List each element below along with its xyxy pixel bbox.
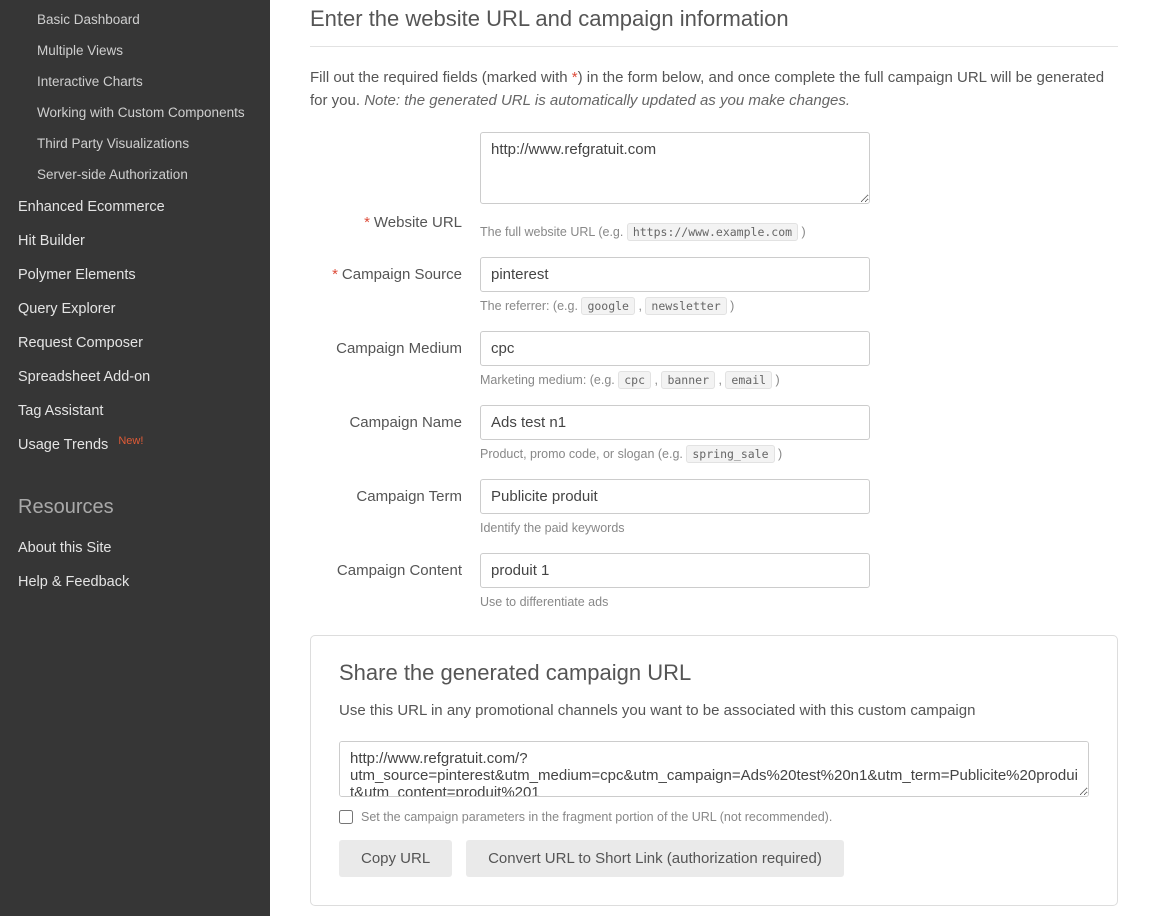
sidebar-item-label: Usage Trends [18, 437, 108, 453]
help-campaign-content: Use to differentiate ads [480, 595, 870, 609]
label-campaign-name: Campaign Name [310, 405, 480, 431]
row-campaign-source: *Campaign Source The referrer: (e.g. goo… [310, 257, 1118, 313]
help-code: google [581, 297, 635, 315]
help-pre: The referrer: (e.g. [480, 299, 581, 313]
help-code: newsletter [645, 297, 726, 315]
fragment-checkbox[interactable] [339, 810, 353, 824]
help-code: https://www.example.com [627, 223, 798, 241]
intro-note: Note: the generated URL is automatically… [364, 92, 850, 109]
campaign-medium-input[interactable] [480, 331, 870, 366]
required-marker: * [332, 266, 338, 283]
row-campaign-content: Campaign Content Use to differentiate ad… [310, 553, 1118, 609]
label-website-url: *Website URL [310, 132, 480, 231]
sidebar-item-usage-trends[interactable]: Usage Trends New! [0, 428, 270, 462]
row-campaign-name: Campaign Name Product, promo code, or sl… [310, 405, 1118, 461]
help-campaign-source: The referrer: (e.g. google , newsletter … [480, 299, 870, 313]
sidebar-sub-item[interactable]: Working with Custom Components [0, 97, 270, 128]
label-text: Campaign Term [356, 488, 462, 505]
page-title: Enter the website URL and campaign infor… [310, 6, 1118, 47]
sidebar-sub-item[interactable]: Interactive Charts [0, 66, 270, 97]
label-text: Campaign Medium [336, 340, 462, 357]
campaign-content-input[interactable] [480, 553, 870, 588]
help-post: ) [775, 447, 783, 461]
help-code: email [725, 371, 772, 389]
new-badge: New! [118, 435, 143, 447]
campaign-term-input[interactable] [480, 479, 870, 514]
share-description: Use this URL in any promotional channels… [339, 702, 1089, 719]
label-text: Website URL [374, 214, 462, 231]
sidebar-section-resources: Resources [0, 462, 270, 531]
generated-url-output[interactable] [339, 741, 1089, 797]
sidebar-item-about[interactable]: About this Site [0, 531, 270, 565]
row-campaign-medium: Campaign Medium Marketing medium: (e.g. … [310, 331, 1118, 387]
required-marker: * [364, 214, 370, 231]
sidebar-item-query-explorer[interactable]: Query Explorer [0, 292, 270, 326]
sidebar-item-enhanced-ecommerce[interactable]: Enhanced Ecommerce [0, 190, 270, 224]
label-text: Campaign Source [342, 266, 462, 283]
sidebar-item-polymer-elements[interactable]: Polymer Elements [0, 258, 270, 292]
sidebar-sub-item[interactable]: Basic Dashboard [0, 4, 270, 35]
sidebar-item-hit-builder[interactable]: Hit Builder [0, 224, 270, 258]
help-website-url: The full website URL (e.g. https://www.e… [480, 225, 870, 239]
intro-pre: Fill out the required fields (marked wit… [310, 69, 572, 86]
intro-text: Fill out the required fields (marked wit… [310, 67, 1118, 112]
label-text: Campaign Name [349, 414, 462, 431]
share-heading: Share the generated campaign URL [339, 660, 1089, 686]
help-campaign-term: Identify the paid keywords [480, 521, 870, 535]
label-campaign-term: Campaign Term [310, 479, 480, 505]
shorten-url-button[interactable]: Convert URL to Short Link (authorization… [466, 840, 844, 877]
sidebar-item-tag-assistant[interactable]: Tag Assistant [0, 394, 270, 428]
help-code: banner [661, 371, 715, 389]
label-campaign-medium: Campaign Medium [310, 331, 480, 357]
label-text: Campaign Content [337, 562, 462, 579]
help-post: ) [798, 225, 806, 239]
help-code: cpc [618, 371, 651, 389]
help-post: ) [727, 299, 735, 313]
row-campaign-term: Campaign Term Identify the paid keywords [310, 479, 1118, 535]
label-campaign-content: Campaign Content [310, 553, 480, 579]
campaign-source-input[interactable] [480, 257, 870, 292]
fragment-checkbox-label: Set the campaign parameters in the fragm… [361, 810, 832, 824]
fragment-checkbox-row: Set the campaign parameters in the fragm… [339, 810, 1089, 824]
copy-url-button[interactable]: Copy URL [339, 840, 452, 877]
row-website-url: *Website URL The full website URL (e.g. … [310, 132, 1118, 239]
help-campaign-name: Product, promo code, or slogan (e.g. spr… [480, 447, 870, 461]
help-code: spring_sale [686, 445, 774, 463]
sidebar-item-request-composer[interactable]: Request Composer [0, 326, 270, 360]
help-pre: The full website URL (e.g. [480, 225, 627, 239]
sidebar-sub-item[interactable]: Multiple Views [0, 35, 270, 66]
help-post: ) [772, 373, 780, 387]
main-content: Enter the website URL and campaign infor… [270, 0, 1158, 916]
share-box: Share the generated campaign URL Use thi… [310, 635, 1118, 906]
sidebar-sub-item[interactable]: Third Party Visualizations [0, 128, 270, 159]
sidebar-sub-item[interactable]: Server-side Authorization [0, 159, 270, 190]
sidebar-item-spreadsheet-addon[interactable]: Spreadsheet Add-on [0, 360, 270, 394]
sidebar-item-help[interactable]: Help & Feedback [0, 565, 270, 599]
campaign-form: *Website URL The full website URL (e.g. … [310, 132, 1118, 609]
help-pre: Marketing medium: (e.g. [480, 373, 618, 387]
website-url-input[interactable] [480, 132, 870, 204]
label-campaign-source: *Campaign Source [310, 257, 480, 283]
help-campaign-medium: Marketing medium: (e.g. cpc , banner , e… [480, 373, 870, 387]
help-pre: Product, promo code, or slogan (e.g. [480, 447, 686, 461]
sidebar: Basic Dashboard Multiple Views Interacti… [0, 0, 270, 916]
campaign-name-input[interactable] [480, 405, 870, 440]
